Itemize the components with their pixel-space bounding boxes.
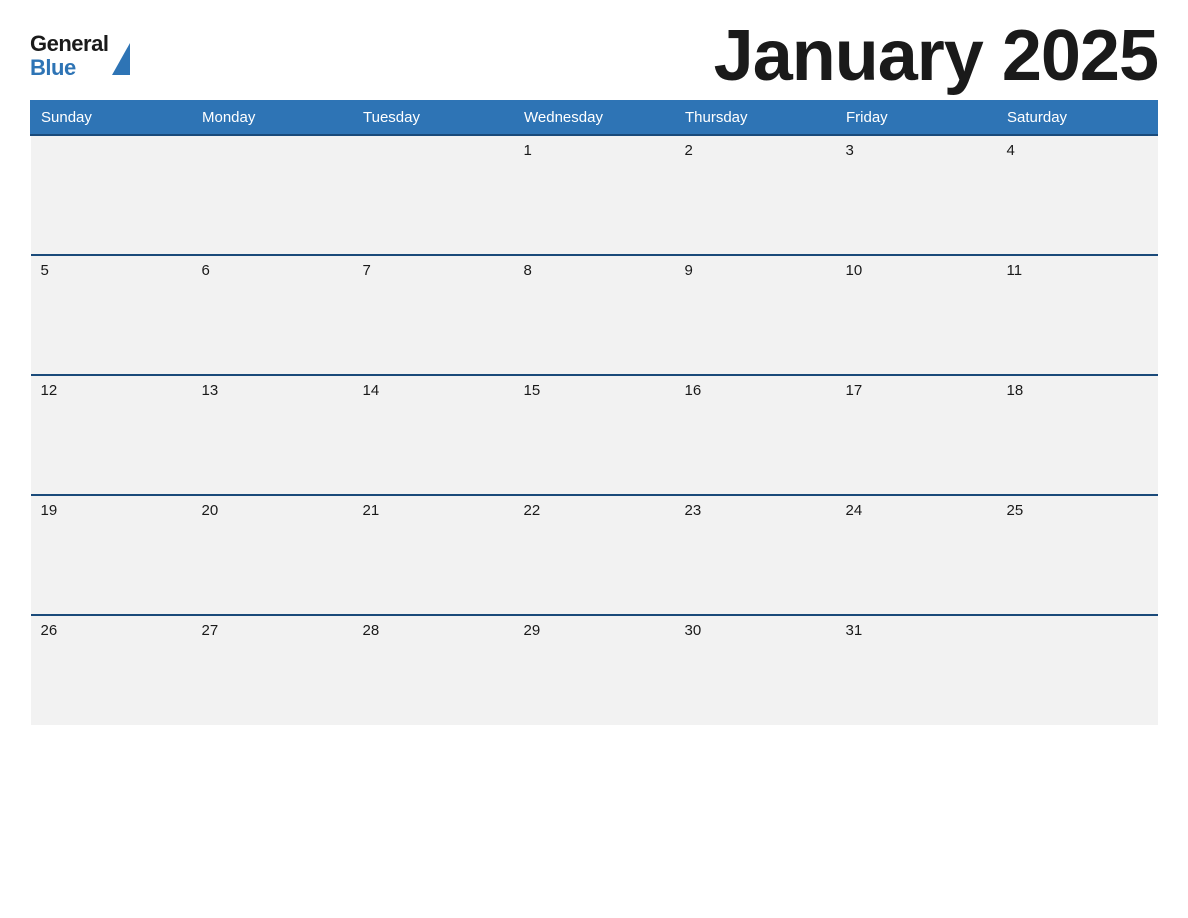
header-thursday: Thursday — [675, 101, 836, 136]
calendar-cell: 9 — [675, 255, 836, 375]
calendar-cell: 19 — [31, 495, 192, 615]
calendar-cell: 28 — [353, 615, 514, 725]
header: General Blue January 2025 — [30, 20, 1158, 92]
day-number: 5 — [41, 262, 49, 279]
calendar-cell: 23 — [675, 495, 836, 615]
header-monday: Monday — [192, 101, 353, 136]
calendar-cell: 16 — [675, 375, 836, 495]
calendar-cell: 11 — [997, 255, 1158, 375]
logo-general: General — [30, 32, 108, 56]
calendar-cell — [192, 135, 353, 255]
day-number: 29 — [524, 622, 541, 639]
day-number: 15 — [524, 382, 541, 399]
day-number: 11 — [1007, 262, 1023, 279]
calendar-cell: 8 — [514, 255, 675, 375]
calendar-cell: 17 — [836, 375, 997, 495]
calendar-cell: 25 — [997, 495, 1158, 615]
day-number: 22 — [524, 502, 541, 519]
logo-blue: Blue — [30, 56, 108, 80]
day-number: 6 — [202, 262, 210, 279]
day-number: 3 — [846, 142, 854, 159]
day-number: 14 — [363, 382, 380, 399]
day-number: 13 — [202, 382, 219, 399]
month-title: January 2025 — [714, 20, 1158, 92]
day-number: 9 — [685, 262, 693, 279]
day-number: 23 — [685, 502, 702, 519]
calendar-week-row: 12 13 14 15 16 17 18 — [31, 375, 1158, 495]
day-number: 7 — [363, 262, 371, 279]
day-number: 8 — [524, 262, 532, 279]
day-number: 1 — [524, 142, 532, 159]
header-wednesday: Wednesday — [514, 101, 675, 136]
day-number: 17 — [846, 382, 863, 399]
header-tuesday: Tuesday — [353, 101, 514, 136]
calendar-cell — [353, 135, 514, 255]
day-number: 2 — [685, 142, 693, 159]
calendar-cell: 24 — [836, 495, 997, 615]
calendar-cell — [997, 615, 1158, 725]
day-number: 30 — [685, 622, 702, 639]
calendar-cell: 20 — [192, 495, 353, 615]
day-number: 18 — [1007, 382, 1024, 399]
day-number: 16 — [685, 382, 702, 399]
calendar-cell: 1 — [514, 135, 675, 255]
logo: General Blue — [30, 32, 130, 80]
day-number: 31 — [846, 622, 863, 639]
calendar-cell: 27 — [192, 615, 353, 725]
days-header-row: Sunday Monday Tuesday Wednesday Thursday… — [31, 101, 1158, 136]
calendar-cell: 12 — [31, 375, 192, 495]
calendar-cell: 7 — [353, 255, 514, 375]
day-number: 12 — [41, 382, 58, 399]
day-number: 26 — [41, 622, 58, 639]
day-number: 24 — [846, 502, 863, 519]
day-number: 21 — [363, 502, 380, 519]
header-friday: Friday — [836, 101, 997, 136]
calendar-cell: 31 — [836, 615, 997, 725]
calendar-cell: 5 — [31, 255, 192, 375]
calendar-cell: 14 — [353, 375, 514, 495]
logo-triangle-icon — [112, 43, 130, 75]
day-number: 28 — [363, 622, 380, 639]
calendar-week-row: 1 2 3 4 — [31, 135, 1158, 255]
calendar-cell — [31, 135, 192, 255]
calendar-cell: 2 — [675, 135, 836, 255]
calendar-cell: 29 — [514, 615, 675, 725]
day-number: 19 — [41, 502, 58, 519]
calendar-cell: 18 — [997, 375, 1158, 495]
day-number: 4 — [1007, 142, 1015, 159]
calendar-cell: 15 — [514, 375, 675, 495]
page: General Blue January 2025 Sunday Monday … — [0, 0, 1188, 918]
calendar-cell: 26 — [31, 615, 192, 725]
calendar-week-row: 19 20 21 22 23 24 25 — [31, 495, 1158, 615]
calendar: Sunday Monday Tuesday Wednesday Thursday… — [30, 100, 1158, 725]
calendar-cell: 30 — [675, 615, 836, 725]
calendar-cell: 22 — [514, 495, 675, 615]
logo-text: General Blue — [30, 32, 108, 80]
header-saturday: Saturday — [997, 101, 1158, 136]
calendar-cell: 6 — [192, 255, 353, 375]
calendar-week-row: 5 6 7 8 9 10 11 — [31, 255, 1158, 375]
day-number: 20 — [202, 502, 219, 519]
day-number: 25 — [1007, 502, 1024, 519]
calendar-cell: 3 — [836, 135, 997, 255]
calendar-week-row: 26 27 28 29 30 31 — [31, 615, 1158, 725]
day-number: 10 — [846, 262, 863, 279]
header-sunday: Sunday — [31, 101, 192, 136]
calendar-cell: 10 — [836, 255, 997, 375]
calendar-cell: 4 — [997, 135, 1158, 255]
calendar-cell: 13 — [192, 375, 353, 495]
day-number: 27 — [202, 622, 219, 639]
calendar-cell: 21 — [353, 495, 514, 615]
